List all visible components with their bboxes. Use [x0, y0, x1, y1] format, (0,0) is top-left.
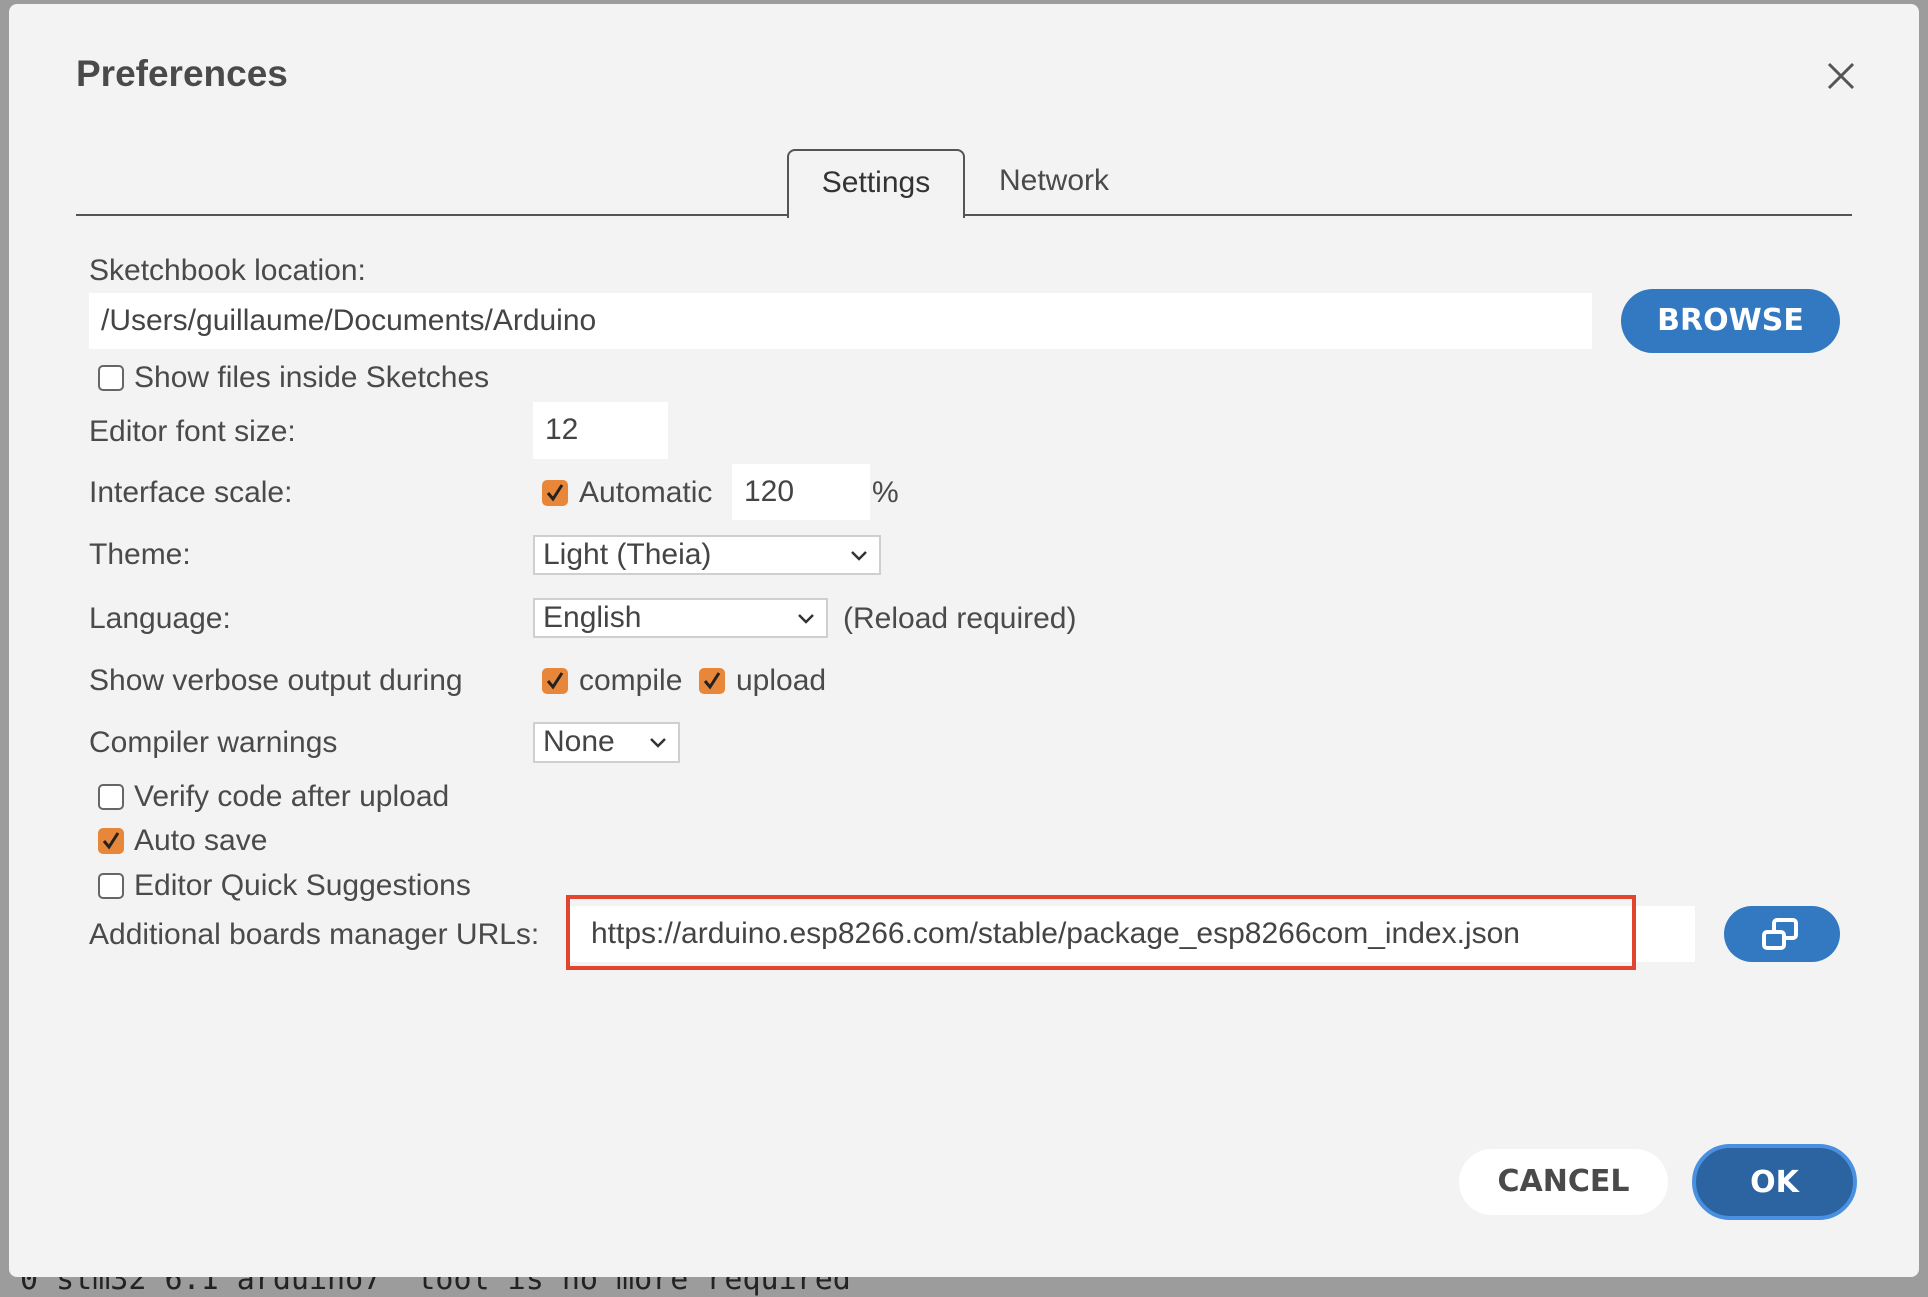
show-files-label: Show files inside Sketches	[134, 361, 490, 394]
chevron-down-icon	[798, 614, 814, 624]
sketchbook-label: Sketchbook location:	[89, 254, 366, 287]
reload-note: (Reload required)	[843, 602, 1077, 635]
theme-label: Theme:	[89, 538, 191, 571]
warnings-value: None	[543, 725, 615, 758]
highlight-box	[566, 895, 1636, 970]
close-icon[interactable]	[1821, 56, 1861, 96]
cancel-button[interactable]: CANCEL	[1459, 1149, 1668, 1215]
autosave-label: Auto save	[134, 824, 268, 857]
boards-urls-label: Additional boards manager URLs:	[89, 918, 540, 951]
percent-label: %	[872, 476, 899, 509]
theme-value: Light (Theia)	[543, 538, 712, 571]
compiler-warnings-select[interactable]: None	[533, 722, 680, 763]
verbose-label: Show verbose output during	[89, 664, 463, 697]
verify-checkbox[interactable]	[98, 784, 124, 810]
automatic-checkbox[interactable]	[542, 480, 568, 506]
theme-select[interactable]: Light (Theia)	[533, 535, 881, 575]
scale-input[interactable]: 120	[732, 464, 870, 520]
language-value: English	[543, 601, 642, 634]
quick-suggestions-checkbox[interactable]	[98, 873, 124, 899]
upload-checkbox[interactable]	[699, 668, 725, 694]
interface-scale-label: Interface scale:	[89, 476, 293, 509]
sketchbook-input[interactable]: /Users/guillaume/Documents/Arduino	[89, 293, 1592, 349]
quick-suggestions-label: Editor Quick Suggestions	[134, 869, 471, 902]
compile-checkbox[interactable]	[542, 668, 568, 694]
compile-label: compile	[579, 664, 683, 697]
tab-network[interactable]: Network	[979, 149, 1129, 213]
browse-button[interactable]: BROWSE	[1621, 289, 1840, 353]
check-icon	[546, 672, 564, 690]
preferences-dialog: Preferences Settings Network Sketchbook …	[9, 4, 1919, 1277]
dialog-title: Preferences	[76, 53, 288, 94]
language-select[interactable]: English	[533, 598, 828, 638]
language-label: Language:	[89, 602, 231, 635]
show-files-checkbox[interactable]	[98, 365, 124, 391]
check-icon	[102, 832, 120, 850]
automatic-label: Automatic	[579, 476, 713, 509]
font-size-label: Editor font size:	[89, 415, 296, 448]
verify-label: Verify code after upload	[134, 780, 450, 813]
chevron-down-icon	[851, 551, 867, 561]
check-icon	[703, 672, 721, 690]
open-window-icon	[1762, 918, 1798, 950]
upload-label: upload	[736, 664, 827, 697]
font-size-input[interactable]: 12	[533, 402, 668, 459]
ok-button[interactable]: OK	[1692, 1144, 1857, 1220]
edit-urls-button[interactable]	[1724, 906, 1840, 962]
autosave-checkbox[interactable]	[98, 828, 124, 854]
chevron-down-icon	[650, 738, 666, 748]
check-icon	[546, 484, 564, 502]
tab-settings[interactable]: Settings	[787, 149, 965, 218]
compiler-warnings-label: Compiler warnings	[89, 726, 338, 759]
